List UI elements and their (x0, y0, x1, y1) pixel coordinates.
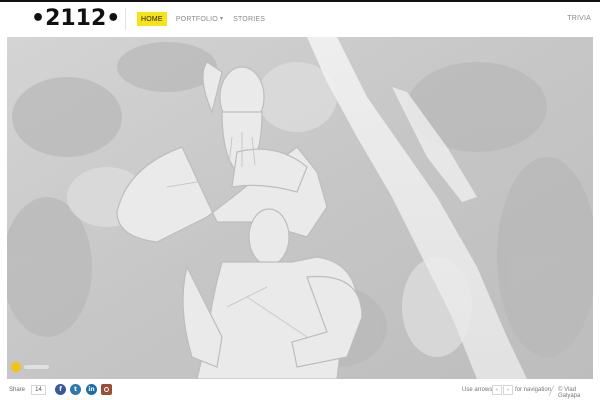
nav-item-label: HOME (141, 15, 163, 23)
nav-item-label: STORIES (233, 15, 266, 23)
nav-item-home[interactable]: HOME (137, 12, 167, 26)
site-header: •2112• HOME PORTFOLIO ▼ STORIES TRIVIA (0, 2, 600, 34)
nav-item-stories[interactable]: STORIES (233, 12, 265, 26)
navigation-hint-suffix: for navigation (515, 387, 552, 393)
nav-item-portfolio[interactable]: PORTFOLIO ▼ (176, 12, 224, 26)
site-logo[interactable]: •2112• (31, 6, 120, 31)
nav-item-label: PORTFOLIO (175, 15, 218, 23)
slideshow-progress (24, 365, 49, 369)
logo-dot-right: • (106, 6, 121, 31)
logo-text: 2112 (45, 6, 107, 31)
main-nav: HOME PORTFOLIO ▼ STORIES (137, 12, 274, 26)
chevron-down-icon: ▼ (218, 16, 225, 22)
share-label: Share (9, 387, 26, 393)
hero-image (7, 37, 593, 379)
nav-item-trivia[interactable]: TRIVIA (567, 15, 591, 22)
instagram-lens (104, 387, 109, 392)
arrow-left-key[interactable]: ‹ (492, 385, 502, 395)
linkedin-icon[interactable]: in (86, 384, 97, 395)
slideshow-play-button[interactable] (11, 362, 21, 372)
statue-waterfall-photo (7, 37, 593, 379)
facebook-icon[interactable]: f (55, 384, 66, 395)
instagram-icon[interactable] (101, 384, 112, 395)
share-count: 14 (31, 385, 46, 395)
navigation-hint: Use arrows (462, 387, 493, 393)
arrow-right-key[interactable]: › (503, 385, 513, 395)
logo-dot-left: • (31, 6, 46, 31)
photo-credit[interactable]: © Vlad Galyapa (558, 387, 600, 399)
header-divider (125, 8, 126, 30)
twitter-icon[interactable]: t (70, 384, 81, 395)
page-footer: Share 14 f t in Use arrows ‹ › for navig… (0, 382, 600, 400)
